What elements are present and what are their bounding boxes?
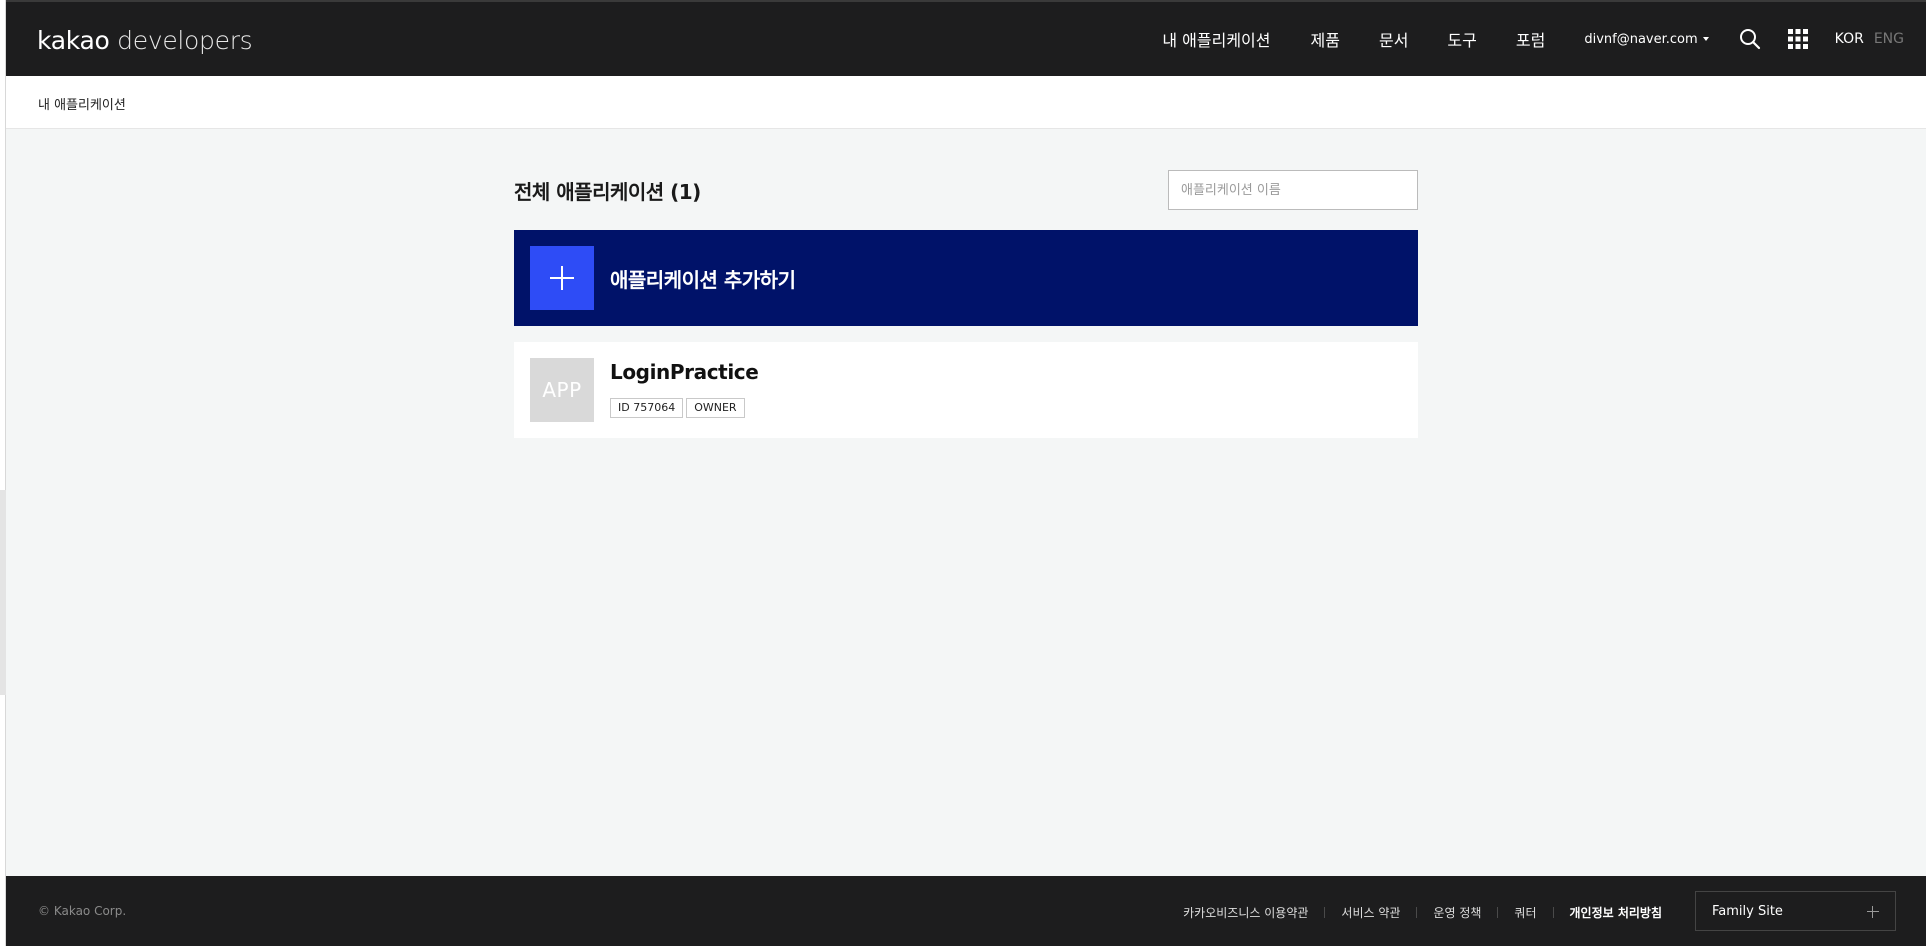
app-search-input[interactable]	[1168, 170, 1418, 210]
lang-kor[interactable]: KOR	[1835, 31, 1864, 47]
nav-forum[interactable]: 포럼	[1516, 27, 1545, 51]
page-title: 전체 애플리케이션 (1)	[514, 180, 701, 204]
caret-down-icon	[1702, 37, 1709, 41]
footer-divider	[1497, 907, 1499, 918]
nav-my-applications[interactable]: 내 애플리케이션	[1162, 27, 1270, 51]
breadcrumb-current[interactable]: 내 애플리케이션	[38, 94, 126, 113]
kakao-developers-logo[interactable]: kakao developers	[37, 26, 253, 55]
top-header: kakao developers 내 애플리케이션 제품 문서 도구 포럼 di…	[6, 0, 1926, 76]
account-menu[interactable]: divnf@naver.com	[1584, 31, 1709, 47]
footer-divider	[1324, 907, 1326, 918]
search-icon[interactable]	[1739, 28, 1761, 50]
footer-link-operation-policy[interactable]: 운영 정책	[1433, 904, 1481, 921]
footer-links: 카카오비즈니스 이용약관 서비스 약관 운영 정책 쿼터 개인정보 처리방침	[1183, 904, 1662, 921]
lang-eng[interactable]: ENG	[1874, 31, 1904, 47]
footer-link-quota[interactable]: 쿼터	[1514, 904, 1536, 921]
plus-icon	[1867, 906, 1879, 918]
nav-docs[interactable]: 문서	[1379, 27, 1408, 51]
breadcrumb: 내 애플리케이션	[6, 76, 1926, 129]
grid-icon[interactable]	[1787, 28, 1809, 50]
footer-divider	[1416, 907, 1418, 918]
family-site-label: Family Site	[1712, 904, 1783, 919]
app-card[interactable]: APP LoginPractice ID 757064 OWNER	[514, 342, 1418, 438]
account-email: divnf@naver.com	[1584, 31, 1698, 47]
nav-products[interactable]: 제품	[1311, 27, 1340, 51]
family-site-select[interactable]: Family Site	[1695, 891, 1896, 931]
add-application-button[interactable]: 애플리케이션 추가하기	[514, 230, 1418, 326]
footer-divider	[1552, 907, 1554, 918]
app-thumbnail: APP	[530, 358, 594, 422]
add-application-label: 애플리케이션 추가하기	[610, 268, 796, 292]
logo-secondary: developers	[117, 26, 253, 55]
logo-primary: kakao	[37, 26, 110, 55]
app-id-tag: ID 757064	[610, 398, 684, 418]
app-tags: ID 757064 OWNER	[610, 398, 748, 418]
copyright: © Kakao Corp.	[38, 904, 127, 918]
plus-icon	[530, 246, 594, 310]
main-nav: 내 애플리케이션 제품 문서 도구 포럼 divnf@naver.com KOR…	[1162, 2, 1926, 76]
app-name: LoginPractice	[610, 360, 759, 384]
footer-link-business-terms[interactable]: 카카오비즈니스 이용약관	[1183, 904, 1308, 921]
app-role-tag: OWNER	[686, 398, 745, 418]
footer: © Kakao Corp. 카카오비즈니스 이용약관 서비스 약관 운영 정책 …	[6, 876, 1926, 946]
page: kakao developers 내 애플리케이션 제품 문서 도구 포럼 di…	[6, 0, 1926, 946]
nav-tools[interactable]: 도구	[1447, 27, 1476, 51]
footer-link-service-terms[interactable]: 서비스 약관	[1341, 904, 1400, 921]
footer-link-privacy[interactable]: 개인정보 처리방침	[1570, 904, 1663, 921]
